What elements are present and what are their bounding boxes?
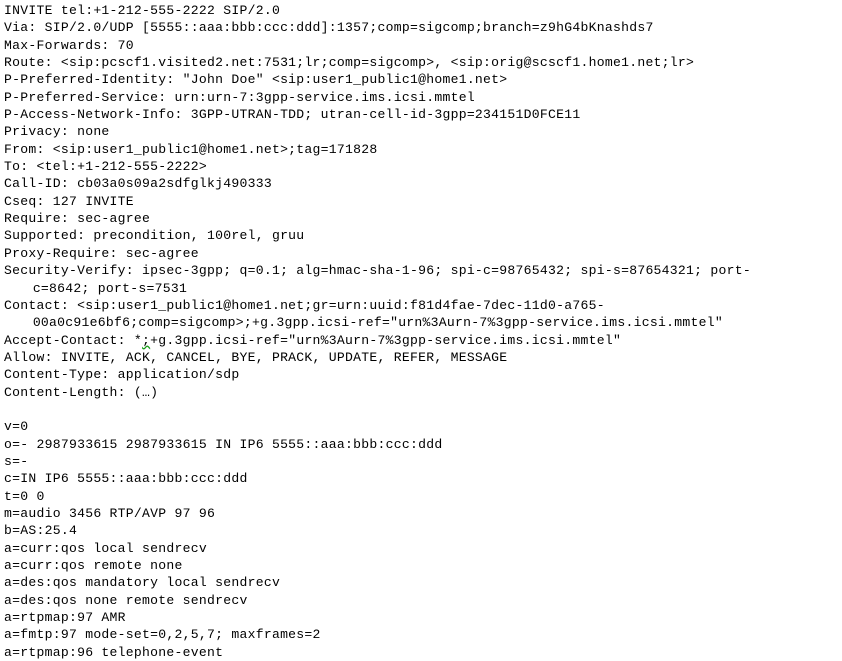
header-accept-contact: Accept-Contact: *;+g.3gpp.icsi-ref="urn%… bbox=[4, 332, 842, 349]
sdp-connection: c=IN IP6 5555::aaa:bbb:ccc:ddd bbox=[4, 471, 248, 487]
sip-message-listing[interactable]: INVITE tel:+1-212-555-2222 SIP/2.0 Via: S… bbox=[0, 0, 842, 661]
message-line-segment-2: +g.3gpp.icsi-ref="urn%3Aurn-7%3gpp-servi… bbox=[150, 332, 622, 348]
header-privacy: Privacy: none bbox=[4, 124, 110, 140]
sdp-bandwidth: b=AS:25.4 bbox=[4, 523, 78, 539]
header-p-access-network-info: P-Access-Network-Info: 3GPP-UTRAN-TDD; u… bbox=[4, 107, 581, 123]
header-require: Require: sec-agree bbox=[4, 211, 151, 227]
sdp-attribute-fmtp-97: a=fmtp:97 mode-set=0,2,5,7; maxframes=2 bbox=[4, 627, 321, 643]
request-line: INVITE tel:+1-212-555-2222 SIP/2.0 bbox=[4, 3, 281, 18]
sdp-session-name: s=- bbox=[4, 453, 29, 469]
sdp-attribute-des-remote: a=des:qos none remote sendrecv bbox=[4, 592, 248, 608]
header-supported: Supported: precondition, 100rel, gruu bbox=[4, 228, 305, 244]
header-proxy-require: Proxy-Require: sec-agree bbox=[4, 245, 199, 261]
sdp-attribute-curr-remote: a=curr:qos remote none bbox=[4, 558, 183, 573]
header-max-forwards: Max-Forwards: 70 bbox=[4, 37, 134, 53]
sdp-timing: t=0 0 bbox=[4, 488, 45, 504]
header-security-verify: Security-Verify: ipsec-3gpp; q=0.1; alg=… bbox=[4, 263, 751, 279]
sdp-attribute-rtpmap-97: a=rtpmap:97 AMR bbox=[4, 610, 126, 626]
sdp-attribute-curr-local: a=curr:qos local sendrecv bbox=[4, 540, 207, 556]
header-content-length: Content-Length: (…) bbox=[4, 384, 159, 400]
header-contact: Contact: <sip:user1_public1@home1.net;gr… bbox=[4, 297, 605, 313]
header-security-verify-continuation: c=8642; port-s=7531 bbox=[32, 280, 188, 296]
header-p-preferred-identity: P-Preferred-Identity: "John Doe" <sip:us… bbox=[4, 72, 508, 88]
header-via: Via: SIP/2.0/UDP [5555::aaa:bbb:ccc:ddd]… bbox=[4, 20, 654, 36]
grammar-error-marker: ; bbox=[142, 332, 151, 348]
sdp-origin: o=- 2987933615 2987933615 IN IP6 5555::a… bbox=[4, 436, 443, 452]
header-route: Route: <sip:pcscf1.visited2.net:7531;lr;… bbox=[4, 55, 695, 71]
header-content-type: Content-Type: application/sdp bbox=[4, 367, 240, 383]
header-cseq: Cseq: 127 INVITE bbox=[4, 193, 134, 209]
header-contact-continuation: 00a0c91e6bf6;comp=sigcomp>;+g.3gpp.icsi-… bbox=[32, 315, 723, 331]
sdp-media: m=audio 3456 RTP/AVP 97 96 bbox=[4, 505, 216, 521]
sdp-attribute-des-local: a=des:qos mandatory local sendrecv bbox=[4, 575, 281, 591]
sdp-version: v=0 bbox=[4, 419, 29, 435]
header-allow: Allow: INVITE, ACK, CANCEL, BYE, PRACK, … bbox=[4, 349, 508, 365]
message-line-segment-0: Accept-Contact: * bbox=[4, 332, 143, 348]
header-call-id: Call-ID: cb03a0s09a2sdfglkj490333 bbox=[4, 176, 272, 192]
header-from: From: <sip:user1_public1@home1.net>;tag=… bbox=[4, 141, 378, 157]
sdp-attribute-rtpmap-96: a=rtpmap:96 telephone-event bbox=[4, 644, 224, 660]
header-to: To: <tel:+1-212-555-2222> bbox=[4, 159, 207, 175]
header-p-preferred-service: P-Preferred-Service: urn:urn-7:3gpp-serv… bbox=[4, 89, 475, 105]
